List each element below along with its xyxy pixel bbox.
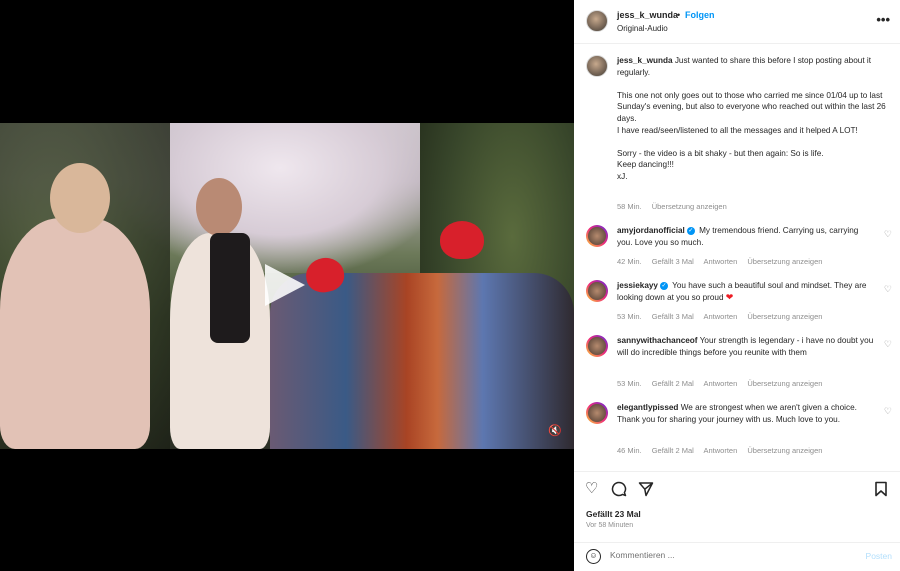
reply-button[interactable]: Antworten: [703, 446, 737, 455]
comment-time[interactable]: 46 Min.: [617, 446, 642, 455]
heart-icon[interactable]: ♡: [585, 481, 598, 497]
avatar[interactable]: [586, 225, 608, 247]
heart-icon[interactable]: ♡: [884, 229, 892, 240]
heart-icon[interactable]: ♡: [884, 406, 892, 417]
caption-time[interactable]: 58 Min.: [617, 202, 642, 211]
comment-time[interactable]: 53 Min.: [617, 312, 642, 321]
play-icon[interactable]: [265, 264, 305, 306]
comment-meta: 46 Min. Gefällt 2 Mal Antworten Übersetz…: [617, 446, 830, 455]
media-pane: 🔇: [0, 0, 574, 571]
avatar[interactable]: [586, 402, 608, 424]
translate-button[interactable]: Übersetzung anzeigen: [747, 446, 822, 455]
share-icon[interactable]: [638, 481, 654, 501]
video-person-left-head: [50, 163, 110, 233]
comment-text: elegantlypissed We are strongest when we…: [617, 402, 875, 425]
reply-button[interactable]: Antworten: [703, 379, 737, 388]
more-horizontal-icon[interactable]: •••: [876, 12, 890, 27]
action-bar: ♡ Gefällt 23 Mal Vor 58 Minuten ☺ Posten: [574, 471, 900, 571]
video-person-center-head: [196, 178, 242, 236]
comment-time[interactable]: 53 Min.: [617, 379, 642, 388]
avatar[interactable]: [586, 280, 608, 302]
verified-badge-icon: ✓: [659, 281, 668, 290]
red-heart-emoji: ❤: [725, 291, 734, 302]
comment-icon[interactable]: [611, 481, 627, 501]
heart-icon[interactable]: ♡: [884, 284, 892, 295]
header-username[interactable]: jess_k_wunda: [617, 10, 678, 20]
add-comment-bar: ☺ Posten: [574, 542, 900, 571]
translate-button[interactable]: Übersetzung anzeigen: [747, 312, 822, 321]
post-time: Vor 58 Minuten: [586, 522, 634, 529]
comment-meta: 53 Min. Gefällt 3 Mal Antworten Übersetz…: [617, 312, 830, 321]
avatar[interactable]: [586, 55, 608, 77]
comment-text: sannywithachanceof Your strength is lege…: [617, 335, 875, 358]
header-separator: •: [677, 10, 681, 20]
comment-meta: 42 Min. Gefällt 3 Mal Antworten Übersetz…: [617, 257, 830, 266]
comment-input[interactable]: [610, 550, 850, 560]
follow-button[interactable]: Folgen: [685, 10, 715, 20]
translate-button[interactable]: Übersetzung anzeigen: [747, 257, 822, 266]
verified-badge-icon: ✓: [686, 226, 695, 235]
reply-button[interactable]: Antworten: [703, 257, 737, 266]
bookmark-icon[interactable]: [874, 481, 888, 501]
emoji-icon[interactable]: ☺: [586, 549, 601, 564]
comments-scroll[interactable]: jess_k_wunda Just wanted to share this b…: [574, 45, 900, 471]
video-person-center-scarf: [210, 233, 250, 343]
avatar[interactable]: [586, 335, 608, 357]
video-crowd: [270, 273, 574, 449]
comment-username[interactable]: elegantlypissed: [617, 403, 678, 412]
translate-button[interactable]: Übersetzung anzeigen: [747, 379, 822, 388]
post-button[interactable]: Posten: [866, 551, 892, 561]
video-person-left: [0, 218, 150, 449]
video-player[interactable]: 🔇: [0, 123, 574, 449]
comment-meta: 53 Min. Gefällt 2 Mal Antworten Übersetz…: [617, 379, 830, 388]
comment-likes[interactable]: Gefällt 3 Mal: [652, 312, 694, 321]
comment-username[interactable]: sannywithachanceof: [617, 336, 698, 345]
avatar[interactable]: [586, 10, 608, 32]
heart-balloon: [440, 221, 484, 259]
post-header: jess_k_wunda • Folgen Original-Audio •••: [574, 0, 900, 44]
comment-likes[interactable]: Gefällt 2 Mal: [652, 379, 694, 388]
post-panel: jess_k_wunda • Folgen Original-Audio •••…: [574, 0, 900, 571]
comment-username[interactable]: amyjordanofficial: [617, 226, 685, 235]
mute-icon[interactable]: 🔇: [547, 423, 563, 439]
comment-text: jessiekayy ✓ You have such a beautiful so…: [617, 280, 875, 303]
likes-count[interactable]: Gefällt 23 Mal: [586, 509, 641, 519]
caption-text: jess_k_wunda Just wanted to share this b…: [617, 55, 889, 183]
comment-time[interactable]: 42 Min.: [617, 257, 642, 266]
caption-meta: 58 Min. Übersetzung anzeigen: [617, 202, 735, 211]
heart-icon[interactable]: ♡: [884, 339, 892, 350]
comment-username[interactable]: jessiekayy: [617, 281, 658, 290]
caption-username[interactable]: jess_k_wunda: [617, 56, 673, 65]
reply-button[interactable]: Antworten: [703, 312, 737, 321]
caption-body: Just wanted to share this before I stop …: [617, 56, 886, 181]
audio-label[interactable]: Original-Audio: [617, 24, 668, 33]
comment-text: amyjordanofficial ✓ My tremendous friend.…: [617, 225, 875, 248]
comment-likes[interactable]: Gefällt 3 Mal: [652, 257, 694, 266]
comment-likes[interactable]: Gefällt 2 Mal: [652, 446, 694, 455]
caption-translate[interactable]: Übersetzung anzeigen: [652, 202, 727, 211]
